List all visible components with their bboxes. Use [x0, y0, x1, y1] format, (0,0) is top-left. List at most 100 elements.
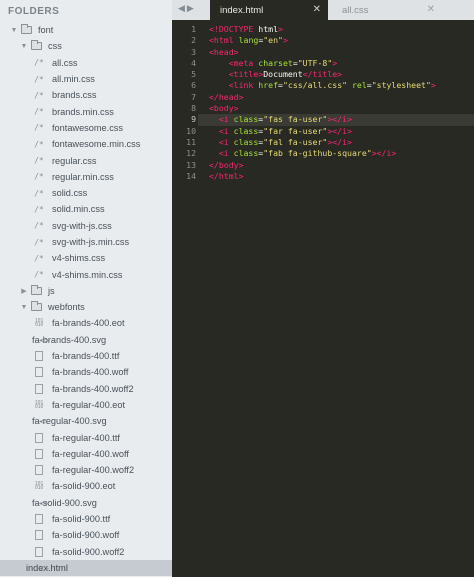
code-line[interactable]: </head>: [209, 92, 474, 103]
tree-file[interactable]: /* v4-shims.css: [0, 250, 172, 266]
tree-file[interactable]: fa-solid-900.woff: [0, 527, 172, 543]
code-file-icon: <>: [39, 563, 49, 573]
tree-folder[interactable]: ▼ css: [0, 38, 172, 54]
code-line[interactable]: <html lang="en">: [209, 35, 474, 46]
tree-item-label: svg-with-js.css: [52, 220, 112, 231]
tree-file[interactable]: /* brands.min.css: [0, 103, 172, 119]
tree-file[interactable]: /* svg-with-js.min.css: [0, 234, 172, 250]
tree-file[interactable]: fa-regular-400.woff: [0, 446, 172, 462]
code-line[interactable]: <meta charset="UTF-8">: [209, 58, 474, 69]
tree-file[interactable]: /* solid.css: [0, 185, 172, 201]
document-icon: [35, 514, 43, 525]
code-file-icon: <>: [39, 417, 49, 427]
tree-item-label: fa-brands-400.woff: [52, 367, 129, 378]
disclosure-open-icon[interactable]: ▼: [20, 43, 28, 50]
document-icon: [35, 530, 43, 541]
disclosure-open-icon[interactable]: ▼: [20, 304, 28, 311]
tree-file[interactable]: fa-brands-400.woff2: [0, 381, 172, 397]
folder-icon: [31, 301, 42, 312]
tab-label: index.html: [220, 4, 264, 16]
tree-file[interactable]: 101 010 fa-regular-400.eot: [0, 397, 172, 413]
css-file-icon: /*: [34, 253, 44, 263]
code-line[interactable]: <title>Document</title>: [209, 69, 474, 80]
line-number: 7: [191, 91, 196, 102]
code-line[interactable]: <i class="fas fa-user"></i>: [198, 114, 474, 126]
code-file-icon: <>: [39, 335, 49, 345]
editor-window: FOLDERS ▼ font ▼ css/* all.css/* all.min.css /…: [0, 0, 474, 577]
sidebar-title: FOLDERS: [8, 6, 60, 17]
document-icon: [35, 351, 43, 362]
folder-icon: [31, 40, 42, 51]
tree-file[interactable]: fa-regular-400.ttf: [0, 429, 172, 445]
tab-all-css[interactable]: all.css ✕: [332, 0, 442, 20]
tree-item-label: fa-regular-400.ttf: [52, 432, 120, 443]
code-line[interactable]: <!DOCTYPE html>: [209, 24, 474, 35]
tree-item-label: all.min.css: [52, 74, 95, 85]
tree-file[interactable]: fa-brands-400.ttf: [0, 348, 172, 364]
code-area[interactable]: <!DOCTYPE html> <html lang="en"> <head> <m…: [198, 24, 474, 182]
tab-nav-arrows[interactable]: ◀▶: [178, 3, 196, 14]
code-line[interactable]: <link href="css/all.css" rel="stylesheet…: [209, 80, 474, 91]
disclosure-closed-icon[interactable]: ▶: [20, 287, 28, 295]
tree-item-label: fa-regular-400.woff: [52, 448, 129, 459]
tree-file[interactable]: /* regular.min.css: [0, 169, 172, 185]
tree-item-label: svg-with-js.min.css: [52, 237, 130, 247]
tree-item-label: fontawesome.css: [52, 122, 123, 133]
tree-file[interactable]: /* brands.css: [0, 87, 172, 103]
tree-item-label: js: [48, 285, 55, 296]
close-icon[interactable]: ✕: [313, 4, 321, 15]
code-line[interactable]: <body>: [209, 103, 474, 114]
tree-file[interactable]: <> index.html: [0, 559, 172, 577]
tree-file[interactable]: /* v4-shims.min.css: [0, 266, 172, 282]
disclosure-open-icon[interactable]: ▼: [10, 27, 18, 34]
tree-file[interactable]: <> fa-solid-900.svg: [0, 495, 172, 511]
tree-folder[interactable]: ▼ font: [0, 22, 172, 38]
tree-file[interactable]: /* fontawesome.css: [0, 120, 172, 136]
close-icon[interactable]: ✕: [427, 4, 435, 15]
tree-item-label: brands.css: [52, 90, 97, 101]
tree-folder[interactable]: ▶ js: [0, 283, 172, 299]
tree-file[interactable]: fa-solid-900.woff2: [0, 544, 172, 560]
line-number: 13: [186, 159, 196, 170]
code-line[interactable]: <head>: [209, 47, 474, 58]
tree-file[interactable]: /* fontawesome.min.css: [0, 136, 172, 152]
css-file-icon: /*: [34, 188, 44, 198]
tree-file[interactable]: <> fa-brands-400.svg: [0, 332, 172, 348]
tree-item-label: fa-brands-400.woff2: [52, 383, 134, 394]
tree-item-label: fa-regular-400.woff2: [52, 465, 135, 476]
tree-file[interactable]: 101 010 fa-brands-400.eot: [0, 315, 172, 331]
tab-label: all.css: [342, 4, 369, 16]
tree-file[interactable]: fa-regular-400.woff2: [0, 462, 172, 478]
code-line[interactable]: <i class="fal fa-user"></i>: [209, 137, 474, 148]
document-icon: [35, 367, 43, 378]
css-file-icon: /*: [34, 204, 44, 214]
tab-index-html[interactable]: index.html ✕: [210, 0, 328, 20]
tree-file[interactable]: /* svg-with-js.css: [0, 218, 172, 234]
tree-file[interactable]: /* all.css: [0, 55, 172, 71]
tree-folder[interactable]: ▼ webfonts: [0, 299, 172, 315]
tree-file[interactable]: fa-solid-900.ttf: [0, 511, 172, 527]
document-icon: [35, 383, 43, 394]
document-icon: [35, 432, 43, 443]
tree-item-label: v4-shims.css: [52, 253, 106, 264]
css-file-icon: /*: [34, 221, 44, 231]
css-file-icon: /*: [34, 270, 44, 280]
code-line[interactable]: <i class="fab fa-github-square"></i>: [209, 148, 474, 159]
code-line[interactable]: </html>: [209, 171, 474, 182]
tree-item-label: css: [48, 41, 62, 52]
code-line[interactable]: <i class="far fa-user"></i>: [209, 126, 474, 137]
tree-item-label: v4-shims.min.css: [52, 269, 123, 280]
tree-file[interactable]: /* all.min.css: [0, 71, 172, 87]
tree-item-label: fa-solid-900.eot: [52, 481, 116, 492]
code-editor[interactable]: 1 2 3 4 5 6 7 8 9 10 11 12 13 14 <!DOCTYPE html> <html…: [172, 20, 474, 577]
tree-file[interactable]: <> fa-regular-400.svg: [0, 413, 172, 429]
tree-item-label: solid.min.css: [52, 204, 105, 215]
folder-icon: [21, 24, 32, 35]
tree-file[interactable]: /* regular.css: [0, 152, 172, 168]
tree-file[interactable]: 101 010 fa-solid-900.eot: [0, 478, 172, 494]
tree-file[interactable]: /* solid.min.css: [0, 201, 172, 217]
line-number: 10: [186, 125, 196, 136]
tree-file[interactable]: fa-brands-400.woff: [0, 364, 172, 380]
code-line[interactable]: </body>: [209, 160, 474, 171]
tree-item-label: fa-solid-900.woff2: [52, 546, 125, 557]
